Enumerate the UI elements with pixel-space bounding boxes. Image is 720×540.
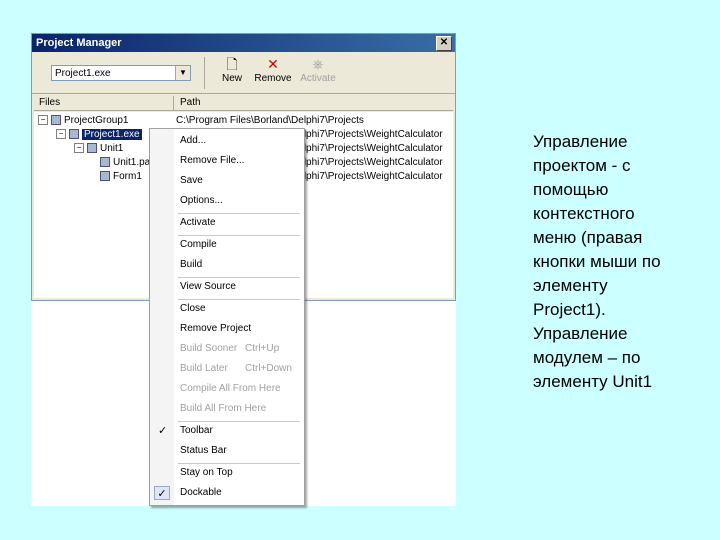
tree-item-group-path: C:\Program Files\Borland\Delphi7\Project… [176,115,364,126]
menu-item-toolbar[interactable]: ✓ Toolbar [150,422,304,440]
collapse-toggle-icon[interactable]: − [74,143,84,154]
checkmark-icon: ✓ [158,425,168,437]
menu-item-view-source[interactable]: View Source [150,278,304,296]
activate-button-label: Activate [300,73,336,84]
checkmark-icon: ✓ [154,486,170,500]
menu-item-shortcut: Ctrl+Down [245,363,292,374]
project-combo[interactable]: Project1.exe ▼ [51,65,191,81]
menu-item-save[interactable]: Save [150,172,304,190]
menu-item-build-later[interactable]: Build Later Ctrl+Down [150,360,304,378]
menu-item-label: Build All From Here [180,403,267,414]
tree-item-unit1[interactable]: − Unit1 [74,142,123,156]
description-line: элементу [533,276,608,295]
path-column-header[interactable]: Path [175,96,453,110]
description-line: контекстного [533,204,635,223]
menu-item-close[interactable]: Close [150,300,304,318]
menu-item-label: Compile [180,239,217,250]
menu-item-compile-all-from-here[interactable]: Compile All From Here [150,380,304,398]
close-icon: ✕ [439,37,449,48]
activate-icon: ⎈ [312,56,324,72]
menu-item-label: Options... [180,195,223,206]
chevron-down-icon[interactable]: ▼ [175,66,190,80]
tree-item-label: Form1 [113,171,142,182]
menu-item-label: Build Later [180,363,228,374]
description-line: Управление [533,132,628,151]
tree-item-label: Project1.exe [82,129,142,140]
menu-item-label: Compile All From Here [180,383,281,394]
description-line: кнопки мыши по [533,252,661,271]
project-combo-value: Project1.exe [55,68,111,79]
menu-item-compile[interactable]: Compile [150,236,304,254]
menu-item-stay-on-top[interactable]: Stay on Top [150,464,304,482]
tree-item-group[interactable]: − ProjectGroup1 [38,114,128,128]
slide-description: Управление проектом - с помощью контекст… [533,130,708,394]
tree-item-unit1-file[interactable]: Unit1.pas [100,156,155,170]
menu-item-label: Close [180,303,206,314]
menu-item-build-all-from-here[interactable]: Build All From Here [150,400,304,418]
tree-item-form1[interactable]: Form1 [100,170,142,184]
menu-item-label: Status Bar [180,445,227,456]
remove-x-icon: ✕ [267,56,279,72]
description-line: Управление [533,324,628,343]
menu-item-build[interactable]: Build [150,256,304,274]
description-line: меню (правая [533,228,643,247]
remove-button-label: Remove [254,73,292,84]
description-line: помощью [533,180,609,199]
activate-button[interactable]: ⎈ Activate [297,55,339,84]
menu-item-build-sooner[interactable]: Build Sooner Ctrl+Up [150,340,304,358]
new-item-icon: 🗋 [226,56,238,72]
window-title: Project Manager [36,37,122,49]
close-button[interactable]: ✕ [436,36,452,51]
window-titlebar: Project Manager ✕ [32,34,455,52]
unit-icon [87,143,97,154]
collapse-toggle-icon[interactable]: − [38,115,48,126]
column-headers: Files Path [34,96,453,111]
menu-item-remove-file[interactable]: Remove File... [150,152,304,170]
project-group-icon [51,115,61,126]
menu-item-label: Add... [180,135,207,146]
menu-item-add[interactable]: Add... [150,132,304,150]
form-file-icon [100,171,110,182]
tree-item-label: ProjectGroup1 [64,115,129,126]
toolbar-separator [204,57,205,89]
menu-item-label: Toolbar [180,425,213,436]
description-line: модулем – по [533,348,641,367]
menu-item-label: Stay on Top [180,467,233,478]
menu-item-label: Remove Project [180,323,252,334]
menu-item-label: Build Sooner [180,343,238,354]
menu-item-label: View Source [180,281,236,292]
menu-item-label: Dockable [180,487,222,498]
pas-file-icon [100,157,110,168]
menu-item-label: Build [180,259,203,270]
files-column-header[interactable]: Files [34,96,174,110]
remove-button[interactable]: ✕ Remove [252,55,294,84]
context-menu: Add... Remove File... Save Options... Ac… [149,128,305,506]
menu-item-label: Remove File... [180,155,245,166]
description-line: элементу Unit1 [533,372,653,391]
menu-item-options[interactable]: Options... [150,192,304,210]
tree-item-label: Unit1 [100,143,124,154]
collapse-toggle-icon[interactable]: − [56,129,66,140]
menu-item-shortcut: Ctrl+Up [245,343,280,354]
description-line: Project1). [533,300,606,319]
menu-item-dockable[interactable]: ✓ Dockable [150,484,304,502]
menu-item-remove-project[interactable]: Remove Project [150,320,304,338]
project-icon [69,129,79,140]
new-button-label: New [221,73,242,84]
description-line: проектом - с [533,156,631,175]
menu-item-label: Save [180,175,203,186]
new-button[interactable]: 🗋 New [218,55,246,84]
tree-item-project[interactable]: − Project1.exe [56,128,142,142]
menu-item-status-bar[interactable]: Status Bar [150,442,304,460]
menu-item-label: Activate [180,217,216,228]
toolbar: Project1.exe ▼ 🗋 New ✕ Remove ⎈ Activate [32,53,455,94]
menu-item-activate[interactable]: Activate [150,214,304,232]
